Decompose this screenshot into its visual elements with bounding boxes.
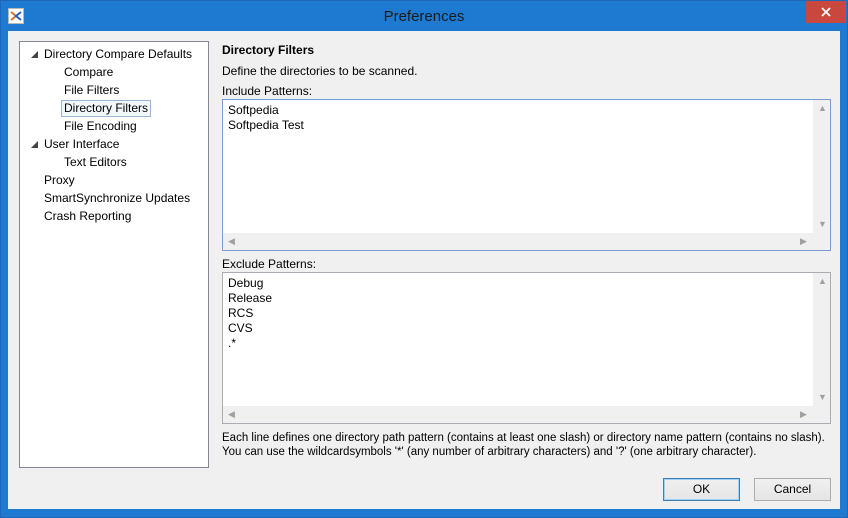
exclude-pattern-line: Release: [228, 291, 273, 305]
close-button[interactable]: [806, 1, 846, 23]
cancel-button[interactable]: Cancel: [754, 478, 831, 501]
include-patterns-lines: Softpedia Softpedia Test: [228, 103, 304, 133]
tree-item-crash-reporting[interactable]: Crash Reporting: [42, 208, 133, 225]
tree-item-user-interface[interactable]: User Interface: [30, 136, 121, 153]
scroll-up-icon[interactable]: ▲: [818, 104, 827, 113]
help-line: Each line defines one directory path pat…: [222, 432, 825, 444]
preferences-tree[interactable]: Directory Compare Defaults Compare File …: [19, 41, 209, 468]
expand-arrow-icon[interactable]: [30, 50, 39, 59]
tree-item-proxy[interactable]: Proxy: [42, 172, 77, 189]
tree-item-text-editors[interactable]: Text Editors: [62, 154, 129, 171]
exclude-patterns-textarea[interactable]: Debug Release RCS CVS .* ▲ ▼ ◀ ▶: [222, 272, 831, 424]
tree-item-label: Directory Compare Defaults: [44, 47, 193, 61]
tree-item-directory-filters[interactable]: Directory Filters: [61, 100, 152, 117]
close-icon: [821, 7, 831, 17]
include-patterns-textarea[interactable]: Softpedia Softpedia Test ▲ ▼ ◀ ▶: [222, 99, 831, 251]
tree-item-label: User Interface: [44, 137, 120, 151]
tree-item-label: File Encoding: [64, 119, 137, 133]
include-pattern-line: Softpedia Test: [228, 118, 304, 132]
ok-button[interactable]: OK: [663, 478, 740, 501]
scroll-left-icon[interactable]: ◀: [228, 237, 235, 246]
exclude-horizontal-scrollbar[interactable]: ◀ ▶: [223, 406, 813, 423]
tree-item-file-filters[interactable]: File Filters: [62, 82, 121, 99]
tree-item-label: Crash Reporting: [44, 209, 132, 223]
scroll-left-icon[interactable]: ◀: [228, 410, 235, 419]
tree-item-file-encoding[interactable]: File Encoding: [62, 118, 139, 135]
help-line: You can use the wildcardsymbols '*' (any…: [222, 446, 757, 458]
tree-item-label: Text Editors: [64, 155, 127, 169]
tree-item-label: Compare: [64, 65, 114, 79]
scroll-right-icon[interactable]: ▶: [800, 410, 807, 419]
expand-arrow-icon[interactable]: [30, 140, 39, 149]
scrollbar-corner: [813, 233, 830, 250]
tree-item-smartsynchronize-updates[interactable]: SmartSynchronize Updates: [42, 190, 192, 207]
tree-item-compare[interactable]: Compare: [62, 64, 115, 81]
scrollbar-corner: [813, 406, 830, 423]
exclude-pattern-line: Debug: [228, 276, 264, 290]
exclude-pattern-line: CVS: [228, 321, 253, 335]
exclude-pattern-line: RCS: [228, 306, 254, 320]
tree-item-label: Directory Filters: [61, 100, 152, 117]
help-text: Each line defines one directory path pat…: [222, 431, 825, 459]
window-title: Preferences: [383, 8, 465, 25]
exclude-pattern-line: .*: [228, 336, 237, 350]
panel-title: Directory Filters: [222, 43, 315, 57]
tree-item-directory-compare-defaults[interactable]: Directory Compare Defaults: [30, 46, 194, 63]
include-vertical-scrollbar[interactable]: ▲ ▼: [813, 100, 830, 233]
exclude-patterns-label: Exclude Patterns:: [222, 257, 317, 271]
scroll-right-icon[interactable]: ▶: [800, 237, 807, 246]
exclude-vertical-scrollbar[interactable]: ▲ ▼: [813, 273, 830, 406]
panel-description: Define the directories to be scanned.: [222, 64, 418, 78]
scroll-down-icon[interactable]: ▼: [818, 393, 827, 402]
exclude-patterns-lines: Debug Release RCS CVS .*: [228, 276, 272, 351]
include-horizontal-scrollbar[interactable]: ◀ ▶: [223, 233, 813, 250]
include-patterns-label: Include Patterns:: [222, 84, 313, 98]
scroll-up-icon[interactable]: ▲: [818, 277, 827, 286]
scroll-down-icon[interactable]: ▼: [818, 220, 827, 229]
dialog-body: Directory Compare Defaults Compare File …: [8, 31, 840, 509]
preferences-window: Preferences Directory Compare Defaults C…: [0, 0, 848, 518]
tree-item-label: File Filters: [64, 83, 120, 97]
include-pattern-line: Softpedia: [228, 103, 279, 117]
tree-item-label: Proxy: [44, 173, 75, 187]
title-bar[interactable]: Preferences: [1, 1, 847, 31]
tree-item-label: SmartSynchronize Updates: [44, 191, 191, 205]
